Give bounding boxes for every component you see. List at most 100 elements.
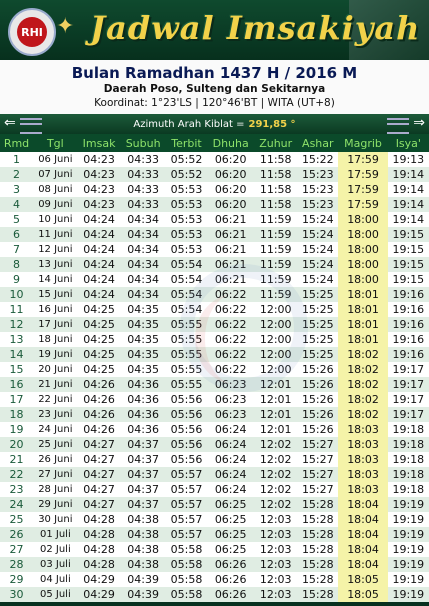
table-cell: 04:36 — [120, 377, 166, 392]
table-cell: 06:23 — [207, 377, 255, 392]
menu-lines-icon[interactable] — [387, 118, 409, 134]
table-cell: 16 — [0, 377, 33, 392]
table-row: 5 10 Juni 04:24 04:34 05:53 06:21 11:59 15:24 18… — [0, 212, 429, 227]
table-cell: 04:35 — [120, 317, 166, 332]
table-row: 6 11 Juni 04:24 04:34 05:53 06:21 11:59 15:24 18… — [0, 227, 429, 242]
table-cell: 04:38 — [120, 527, 166, 542]
table-cell: 05:57 — [165, 527, 208, 542]
table-cell: 06:23 — [207, 407, 255, 422]
table-row: 16 21 Juni 04:26 04:36 05:55 06:23 12:01 15:26 1… — [0, 377, 429, 392]
table-cell: 19:16 — [387, 317, 429, 332]
table-row: 3 08 Juni 04:23 04:33 05:53 06:20 11:58 15:23 17… — [0, 182, 429, 197]
table-cell: 19 — [0, 422, 33, 437]
table-cell: 19:18 — [387, 467, 429, 482]
app-title: Jadwal Imsakiyah — [90, 9, 421, 47]
table-cell: 18:03 — [338, 422, 388, 437]
table-cell: 06:23 — [207, 392, 255, 407]
table-cell: 18:00 — [338, 227, 388, 242]
table-cell: 05:55 — [165, 347, 208, 362]
table-cell: 18:02 — [338, 347, 388, 362]
table-cell: 12:00 — [254, 362, 298, 377]
table-cell: 3 — [0, 182, 33, 197]
table-cell: 05:52 — [165, 167, 208, 182]
table-cell: 18:03 — [338, 467, 388, 482]
table-cell: 05:56 — [165, 437, 208, 452]
table-cell: 29 — [0, 572, 33, 587]
table-row: 20 25 Juni 04:27 04:37 05:56 06:24 12:02 15:27 1… — [0, 437, 429, 452]
table-cell: 18:04 — [338, 497, 388, 512]
table-cell: 04:33 — [120, 197, 166, 212]
table-cell: 15:26 — [297, 407, 339, 422]
table-cell: 04:35 — [120, 362, 166, 377]
table-cell: 02 Juli — [33, 542, 78, 557]
table-cell: 15:28 — [297, 497, 339, 512]
table-cell: 27 — [0, 542, 33, 557]
table-cell: 18:04 — [338, 527, 388, 542]
table-cell: 04:34 — [120, 257, 166, 272]
table-cell: 04:27 — [77, 497, 121, 512]
arrow-left-icon[interactable]: ⇐ — [4, 116, 16, 130]
table-row: 29 04 Juli 04:29 04:39 05:58 06:26 12:03 15:28 1… — [0, 572, 429, 587]
table-cell: 15:26 — [297, 422, 339, 437]
table-cell: 12:02 — [254, 482, 298, 497]
table-row: 24 29 Juni 04:27 04:37 05:57 06:25 12:02 15:28 1… — [0, 497, 429, 512]
table-cell: 12:01 — [254, 407, 298, 422]
table-cell: 27 Juni — [33, 467, 78, 482]
table-cell: 11:58 — [254, 167, 298, 182]
table-cell: 05:56 — [165, 407, 208, 422]
table-cell: 05:55 — [165, 362, 208, 377]
table-cell: 18:05 — [338, 587, 388, 602]
table-cell: 04:33 — [120, 182, 166, 197]
table-cell: 04:34 — [120, 212, 166, 227]
table-cell: 25 — [0, 512, 33, 527]
menu-lines-icon[interactable] — [20, 118, 42, 134]
table-cell: 05:54 — [165, 257, 208, 272]
table-cell: 04:29 — [77, 587, 121, 602]
table-cell: 19:19 — [387, 587, 429, 602]
table-cell: 06:22 — [207, 332, 255, 347]
table-cell: 04:24 — [77, 212, 121, 227]
table-cell: 15:23 — [297, 182, 339, 197]
table-cell: 04:29 — [77, 572, 121, 587]
table-cell: 04:37 — [120, 452, 166, 467]
table-cell: 06:21 — [207, 212, 255, 227]
table-cell: 04:34 — [120, 227, 166, 242]
table-cell: 05:55 — [165, 377, 208, 392]
table-cell: 04 Juli — [33, 572, 78, 587]
table-cell: 22 Juni — [33, 392, 78, 407]
table-cell: 18:02 — [338, 407, 388, 422]
table-cell: 04:33 — [120, 152, 166, 167]
table-cell: 14 — [0, 347, 33, 362]
table-cell: 05:57 — [165, 512, 208, 527]
table-row: 19 24 Juni 04:26 04:36 05:56 06:24 12:01 15:26 1… — [0, 422, 429, 437]
table-cell: 15:25 — [297, 302, 339, 317]
table-cell: 30 Juni — [33, 512, 78, 527]
arrow-right-icon[interactable]: ⇒ — [413, 116, 425, 130]
table-cell: 05:54 — [165, 287, 208, 302]
table-cell: 12:03 — [254, 542, 298, 557]
table-cell: 06:24 — [207, 467, 255, 482]
table-cell: 06 Juni — [33, 152, 78, 167]
table-cell: 06:25 — [207, 512, 255, 527]
table-cell: 17:59 — [338, 182, 388, 197]
table-cell: 19:15 — [387, 242, 429, 257]
column-header: Rmd — [0, 134, 33, 152]
table-cell: 06:20 — [207, 182, 255, 197]
table-cell: 04:25 — [77, 332, 121, 347]
column-header: Zuhur — [254, 134, 298, 152]
table-cell: 04:26 — [77, 422, 121, 437]
table-cell: 19:16 — [387, 332, 429, 347]
table-cell: 01 Juli — [33, 527, 78, 542]
table-cell: 15:27 — [297, 437, 339, 452]
table-cell: 12:01 — [254, 392, 298, 407]
table-cell: 11:59 — [254, 257, 298, 272]
table-cell: 12:03 — [254, 572, 298, 587]
table-cell: 12:00 — [254, 302, 298, 317]
table-cell: 6 — [0, 227, 33, 242]
table-cell: 05:53 — [165, 182, 208, 197]
table-cell: 9 — [0, 272, 33, 287]
table-cell: 04:25 — [77, 317, 121, 332]
table-body: 1 06 Juni 04:23 04:33 05:52 06:20 11:58 15:22 17… — [0, 152, 429, 602]
column-header: Ashar — [297, 134, 339, 152]
table-cell: 12:02 — [254, 467, 298, 482]
